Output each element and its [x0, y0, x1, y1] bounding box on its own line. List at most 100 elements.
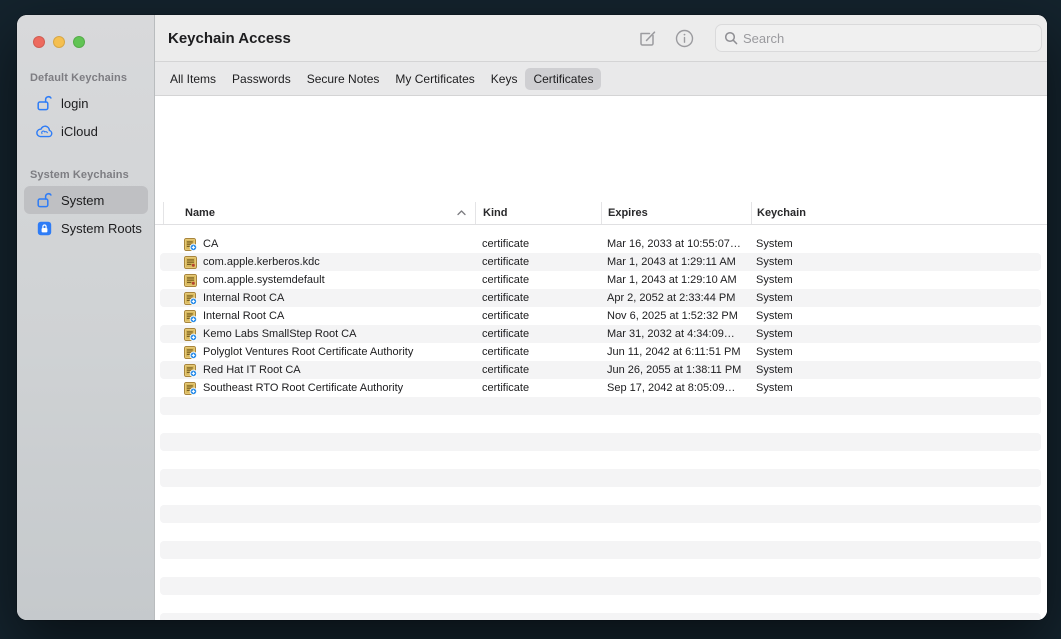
certificate-row[interactable]: Red Hat IT Root CA certificateJun 26, 205…	[155, 361, 1047, 379]
sidebar-item-label: iCloud	[61, 124, 98, 139]
column-header-keychain[interactable]: Keychain	[751, 202, 1047, 224]
new-item-button[interactable]	[637, 28, 658, 49]
cell-name: Southeast RTO Root Certificate Authority	[163, 382, 475, 395]
table-header: Name Kind Expires Keychain	[155, 202, 1047, 225]
empty-row	[155, 559, 1047, 577]
sidebar-item-label: System Roots	[61, 221, 142, 236]
tab-passwords[interactable]: Passwords	[224, 68, 299, 90]
tab-my-certificates[interactable]: My Certificates	[387, 68, 482, 90]
cell-kind: certificate	[475, 274, 601, 286]
certificate-root-icon	[184, 346, 197, 359]
certificate-row[interactable]: com.apple.systemdefaultcertificateMar 1,…	[155, 271, 1047, 289]
cell-kind: certificate	[475, 364, 601, 376]
certificate-row[interactable]: Internal Root CAcertificateApr 2, 2052 a…	[155, 289, 1047, 307]
certificate-row[interactable]: Internal Root CA certificateNov 6, 2025 a…	[155, 307, 1047, 325]
tab-keys[interactable]: Keys	[483, 68, 526, 90]
sidebar-item-system[interactable]: System	[24, 186, 148, 214]
cell-expires: Mar 16, 2033 at 10:55:07…	[601, 238, 751, 250]
sidebar-item-label: System	[61, 193, 104, 208]
category-tab-bar: All ItemsPasswordsSecure NotesMy Certifi…	[155, 62, 1047, 96]
certificate-row[interactable]: CAcertificateMar 16, 2033 at 10:55:07…Sy…	[155, 235, 1047, 253]
empty-row	[155, 595, 1047, 613]
empty-row	[155, 613, 1047, 620]
certificate-root-icon	[184, 238, 197, 251]
certificate-list: CAcertificateMar 16, 2033 at 10:55:07…Sy…	[155, 225, 1047, 620]
sidebar-item-login[interactable]: login	[24, 89, 148, 117]
certificate-name: Internal Root CA	[203, 292, 284, 304]
cell-kind: certificate	[475, 292, 601, 304]
certificate-root-icon	[184, 292, 197, 305]
search-field[interactable]	[715, 24, 1042, 52]
sort-ascending-icon	[457, 210, 466, 216]
tab-certificates[interactable]: Certificates	[525, 68, 601, 90]
empty-row	[155, 541, 1047, 559]
toolbar: Keychain Access	[155, 15, 1047, 62]
cell-name: Internal Root CA	[163, 292, 475, 305]
column-header-kind[interactable]: Kind	[475, 202, 601, 224]
empty-row	[155, 505, 1047, 523]
icloud-icon	[36, 123, 53, 140]
traffic-lights	[17, 15, 154, 48]
cell-keychain: System	[751, 310, 1047, 322]
certificate-name: com.apple.kerberos.kdc	[203, 256, 320, 268]
sidebar-item-icloud[interactable]: iCloud	[24, 117, 148, 145]
certificate-row[interactable]: Kemo Labs SmallStep Root CAcertificateMa…	[155, 325, 1047, 343]
certificate-row[interactable]: com.apple.kerberos.kdc certificateMar 1, …	[155, 253, 1047, 271]
certificate-row[interactable]: Southeast RTO Root Certificate Authority…	[155, 379, 1047, 397]
cell-expires: Nov 6, 2025 at 1:52:32 PM	[601, 310, 751, 322]
info-circle-icon	[675, 29, 694, 48]
cell-expires: Mar 31, 2032 at 4:34:09…	[601, 328, 751, 340]
certificate-name: Internal Root CA	[203, 310, 284, 322]
certificate-root-icon	[184, 364, 197, 377]
cell-keychain: System	[751, 256, 1047, 268]
cell-kind: certificate	[475, 310, 601, 322]
column-header-expires[interactable]: Expires	[601, 202, 751, 224]
cell-kind: certificate	[475, 256, 601, 268]
search-input[interactable]	[743, 31, 1033, 46]
cell-keychain: System	[751, 346, 1047, 358]
item-preview-area	[155, 96, 1047, 202]
cell-name: Internal Root CA	[163, 310, 475, 323]
lock-box-icon	[36, 220, 53, 237]
certificate-name: com.apple.systemdefault	[203, 274, 325, 286]
certificate-name: Red Hat IT Root CA	[203, 364, 301, 376]
unlocked-padlock-icon	[36, 95, 53, 112]
cell-keychain: System	[751, 382, 1047, 394]
cell-expires: Jun 26, 2055 at 1:38:11 PM	[601, 364, 751, 376]
cell-name: Kemo Labs SmallStep Root CA	[163, 328, 475, 341]
sidebar: Default Keychains login iCloudSystem Key…	[17, 15, 155, 620]
cell-name: CA	[163, 238, 475, 251]
sidebar-item-label: login	[61, 96, 88, 111]
cell-keychain: System	[751, 364, 1047, 376]
tab-secure-notes[interactable]: Secure Notes	[299, 68, 388, 90]
cell-expires: Sep 17, 2042 at 8:05:09…	[601, 382, 751, 394]
window-title: Keychain Access	[168, 30, 291, 47]
certificate-icon	[184, 274, 197, 287]
square-and-pencil-icon	[637, 28, 658, 49]
cell-keychain: System	[751, 274, 1047, 286]
column-header-name[interactable]: Name	[163, 202, 475, 224]
minimize-window-button[interactable]	[53, 36, 65, 48]
cell-expires: Mar 1, 2043 at 1:29:11 AM	[601, 256, 751, 268]
tab-all-items[interactable]: All Items	[162, 68, 224, 90]
close-window-button[interactable]	[33, 36, 45, 48]
cell-kind: certificate	[475, 238, 601, 250]
cell-name: com.apple.kerberos.kdc	[163, 256, 475, 269]
certificate-root-icon	[184, 382, 197, 395]
cell-name: com.apple.systemdefault	[163, 274, 475, 287]
zoom-window-button[interactable]	[73, 36, 85, 48]
certificate-row[interactable]: Polyglot Ventures Root Certificate Autho…	[155, 343, 1047, 361]
cell-kind: certificate	[475, 328, 601, 340]
empty-row	[155, 577, 1047, 595]
empty-row	[155, 487, 1047, 505]
cell-kind: certificate	[475, 382, 601, 394]
main-pane: Keychain Access	[155, 15, 1047, 620]
empty-row	[155, 451, 1047, 469]
sidebar-item-system-roots[interactable]: System Roots	[24, 214, 148, 242]
cell-name: Polyglot Ventures Root Certificate Autho…	[163, 346, 475, 359]
certificate-root-icon	[184, 310, 197, 323]
certificate-name: Southeast RTO Root Certificate Authority	[203, 382, 403, 394]
cell-name: Red Hat IT Root CA	[163, 364, 475, 377]
empty-row	[155, 433, 1047, 451]
get-info-button[interactable]	[675, 29, 694, 48]
